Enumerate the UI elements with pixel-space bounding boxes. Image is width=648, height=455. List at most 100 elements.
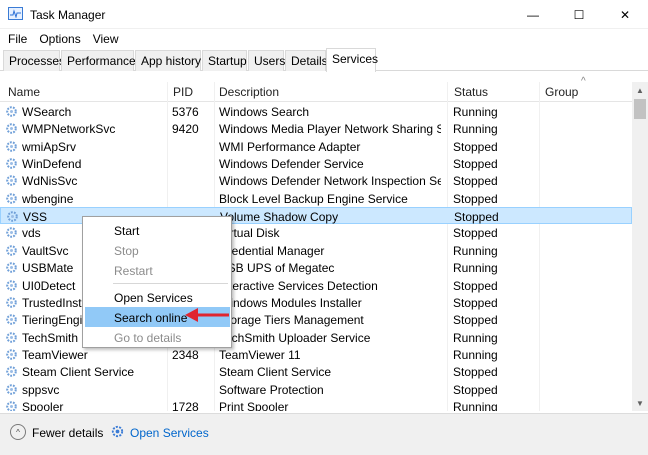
menu-view[interactable]: View bbox=[87, 30, 125, 48]
table-row[interactable]: Spooler 1728 Print Spooler Running bbox=[0, 398, 632, 411]
service-gear-icon bbox=[6, 262, 17, 273]
service-pid: 5376 bbox=[172, 105, 199, 119]
service-description: Windows Modules Installer bbox=[219, 295, 362, 310]
scroll-down-icon[interactable]: ▼ bbox=[632, 395, 648, 411]
services-gear-icon bbox=[111, 425, 124, 438]
tab-performance[interactable]: Performance bbox=[61, 50, 136, 71]
ctx-restart: Restart bbox=[114, 264, 153, 278]
service-description: Interactive Services Detection bbox=[219, 278, 378, 293]
table-row[interactable]: TeamViewer 2348 TeamViewer 11 Running bbox=[0, 346, 632, 363]
service-gear-icon bbox=[6, 366, 17, 378]
table-row[interactable]: sppsvc Software Protection Stopped bbox=[0, 381, 632, 398]
table-row[interactable]: WinDefend Windows Defender Service Stopped bbox=[0, 155, 632, 172]
column-header-pid[interactable]: PID bbox=[169, 85, 193, 99]
close-icon: ✕ bbox=[619, 7, 631, 22]
service-gear-icon bbox=[6, 314, 17, 325]
red-arrow-icon bbox=[185, 308, 229, 322]
service-gear-icon bbox=[6, 227, 17, 239]
service-description: Volume Shadow Copy bbox=[220, 210, 339, 225]
service-description: Software Protection bbox=[219, 382, 324, 397]
scroll-thumb[interactable] bbox=[634, 99, 646, 119]
service-status: Running bbox=[453, 105, 498, 119]
column-header-description[interactable]: Description bbox=[215, 85, 279, 99]
fewer-details-link[interactable]: Fewer details bbox=[32, 426, 103, 440]
service-status: Running bbox=[453, 261, 498, 276]
maximize-button[interactable]: ☐ bbox=[556, 0, 602, 29]
open-services-link[interactable]: Open Services bbox=[130, 426, 209, 440]
service-description: Print Spooler bbox=[219, 399, 289, 411]
tab-details[interactable]: Details bbox=[285, 50, 328, 71]
scroll-up-icon[interactable]: ▲ bbox=[632, 82, 648, 98]
table-row[interactable]: WdNisSvc Windows Defender Network Inspect… bbox=[0, 172, 632, 189]
menu-file[interactable]: File bbox=[2, 30, 33, 48]
tab-processes[interactable]: Processes bbox=[3, 50, 65, 71]
minimize-button[interactable]: — bbox=[510, 0, 556, 29]
tab-users[interactable]: Users bbox=[248, 50, 285, 71]
table-row[interactable]: WMPNetworkSvc 9420 Windows Media Player Ne… bbox=[0, 120, 632, 137]
table-row[interactable]: Steam Client Service Steam Client Service… bbox=[0, 363, 632, 380]
service-gear-icon bbox=[6, 245, 17, 256]
service-status: Stopped bbox=[453, 313, 498, 328]
table-row[interactable]: WSearch 5376 Windows Search Running bbox=[0, 103, 632, 120]
service-description: Block Level Backup Engine Service bbox=[219, 191, 408, 206]
service-description: Windows Defender Network Inspection Serv… bbox=[219, 174, 441, 189]
service-gear-icon bbox=[6, 331, 17, 343]
chevron-up-icon[interactable]: ^ bbox=[10, 424, 26, 440]
service-gear-icon bbox=[6, 279, 17, 291]
service-name: WinDefend bbox=[22, 157, 82, 172]
service-gear-icon bbox=[6, 106, 17, 117]
task-manager-icon bbox=[8, 7, 23, 20]
service-description: Windows Search bbox=[219, 105, 310, 119]
service-name: WSearch bbox=[22, 105, 72, 119]
tab-services[interactable]: Services bbox=[326, 48, 378, 72]
service-pid: 1728 bbox=[172, 399, 199, 411]
service-gear-icon bbox=[6, 401, 17, 411]
title-bar: Task Manager — ☐ ✕ bbox=[0, 0, 648, 29]
service-status: Running bbox=[453, 347, 498, 362]
service-name: WdNisSvc bbox=[22, 174, 78, 189]
service-status: Stopped bbox=[453, 174, 498, 189]
service-status: Stopped bbox=[453, 295, 498, 310]
vertical-scrollbar[interactable]: ▲ ▼ bbox=[632, 82, 648, 411]
service-gear-icon bbox=[6, 140, 17, 152]
service-status: Stopped bbox=[453, 278, 498, 293]
service-name: Steam Client Service bbox=[22, 365, 135, 380]
column-header-name[interactable]: Name bbox=[4, 85, 40, 99]
column-header-group[interactable]: Group bbox=[541, 85, 578, 99]
service-status: Stopped bbox=[454, 210, 499, 225]
close-button[interactable]: ✕ bbox=[602, 0, 648, 29]
service-gear-icon bbox=[6, 383, 17, 395]
service-status: Stopped bbox=[453, 139, 498, 154]
tab-app-history[interactable]: App history bbox=[135, 50, 201, 71]
service-status: Stopped bbox=[453, 226, 498, 241]
menu-separator bbox=[113, 283, 228, 284]
menu-bar: File Options View bbox=[0, 29, 648, 49]
table-row[interactable]: wbengine Block Level Backup Engine Servic… bbox=[0, 190, 632, 207]
service-description: Windows Defender Service bbox=[219, 157, 364, 172]
service-gear-icon bbox=[6, 123, 17, 135]
service-description: Windows Media Player Network Sharing Ser… bbox=[219, 122, 441, 137]
ctx-open-services[interactable]: Open Services bbox=[85, 287, 230, 307]
service-gear-icon bbox=[7, 211, 18, 222]
service-pid: 9420 bbox=[172, 122, 199, 137]
service-gear-icon bbox=[6, 175, 17, 187]
service-name: wmiApSrv bbox=[22, 139, 77, 154]
service-description: Steam Client Service bbox=[219, 365, 332, 380]
column-header-status[interactable]: Status bbox=[450, 85, 488, 99]
service-status: Running bbox=[453, 243, 498, 258]
service-status: Running bbox=[453, 399, 498, 411]
service-description: Storage Tiers Management bbox=[219, 313, 364, 328]
service-status: Running bbox=[453, 330, 498, 345]
menu-options[interactable]: Options bbox=[33, 30, 86, 48]
service-description: WMI Performance Adapter bbox=[219, 139, 361, 154]
service-description: TechSmith Uploader Service bbox=[219, 330, 371, 345]
service-status: Running bbox=[453, 122, 498, 137]
service-gear-icon bbox=[6, 349, 17, 360]
ctx-start[interactable]: Start bbox=[85, 220, 230, 240]
service-description: Credential Manager bbox=[219, 243, 325, 258]
tab-strip: Processes Performance App history Startu… bbox=[0, 48, 648, 72]
service-pid: 2348 bbox=[172, 347, 199, 362]
service-gear-icon bbox=[6, 297, 17, 308]
table-row[interactable]: wmiApSrv WMI Performance Adapter Stopped bbox=[0, 138, 632, 155]
tab-startup[interactable]: Startup bbox=[202, 50, 247, 71]
